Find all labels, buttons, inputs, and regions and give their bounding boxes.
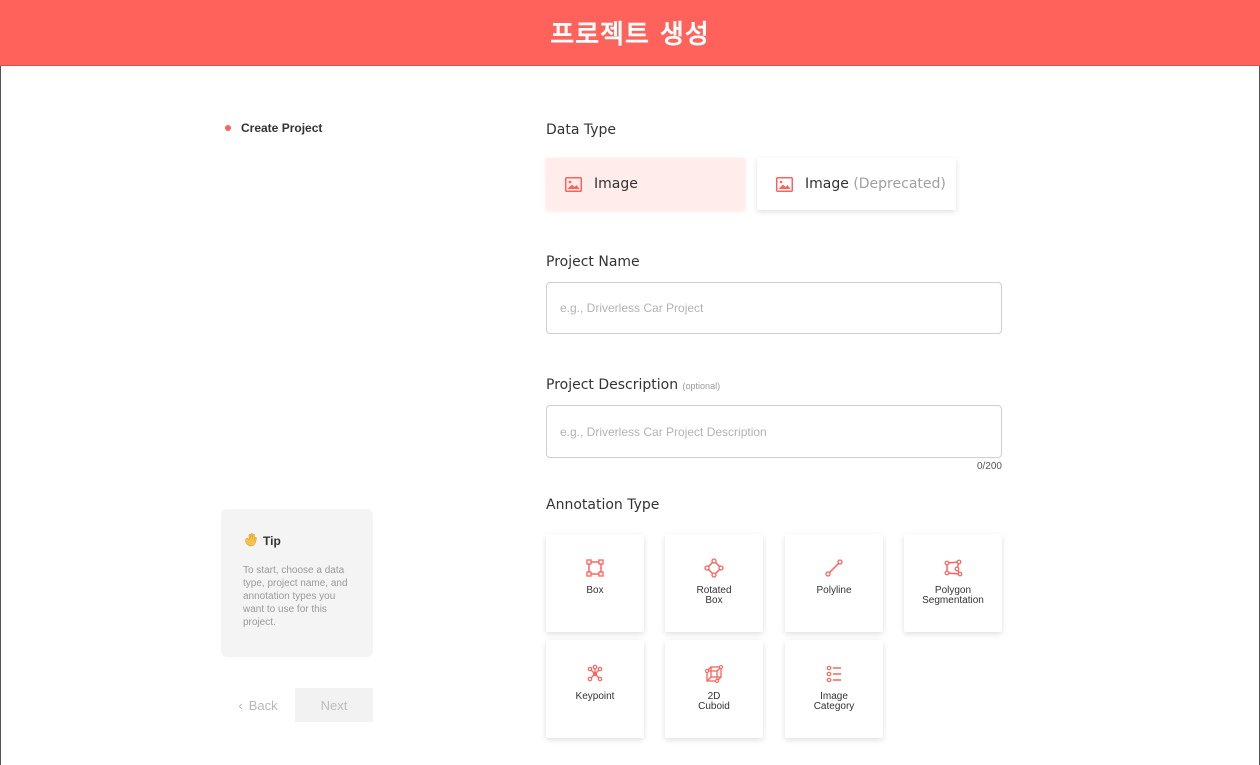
waving-hand-icon <box>243 531 259 550</box>
page-header: 프로젝트 생성 <box>0 0 1260 66</box>
project-name-label: Project Name <box>546 254 640 270</box>
tip-title-text: Tip <box>263 533 281 548</box>
data-type-label: Data Type <box>546 122 617 138</box>
next-button[interactable]: Next <box>295 688 373 722</box>
step-create-project: Create Project <box>225 121 322 135</box>
deprecated-suffix: (Deprecated) <box>853 176 946 192</box>
annotation-polygon-label: Polygon Segmentation <box>922 585 984 606</box>
chevron-left-icon: ‹ <box>238 697 243 713</box>
polygon-icon <box>944 559 963 577</box>
annotation-box-card[interactable]: Box <box>546 534 644 632</box>
data-type-image-deprecated-label: Image (Deprecated) <box>805 176 946 192</box>
cuboid-icon <box>705 665 723 683</box>
annotation-polyline-card[interactable]: Polyline <box>785 534 883 632</box>
annotation-keypoint-card[interactable]: Keypoint <box>546 640 644 738</box>
annotation-keypoint-label: Keypoint <box>575 691 615 702</box>
tip-text: To start, choose a data type, project na… <box>243 565 348 628</box>
tip-title: Tip <box>243 531 359 550</box>
annotation-image-category-card[interactable]: Image Category <box>785 640 883 738</box>
keypoint-icon <box>587 664 603 682</box>
back-button-label: Back <box>248 697 278 713</box>
image-icon <box>776 176 793 192</box>
image-category-icon <box>826 665 841 683</box>
annotation-cuboid-card[interactable]: 2D Cuboid <box>665 640 763 738</box>
image-icon <box>565 176 582 192</box>
annotation-image-category-label: Image Category <box>813 691 855 712</box>
optional-label: (optional) <box>682 381 721 391</box>
step-navigation: ‹ Back Next <box>221 688 373 722</box>
annotation-rotated-box-card[interactable]: Rotated Box <box>665 534 763 632</box>
box-icon <box>586 559 604 577</box>
polyline-icon <box>825 559 843 577</box>
project-description-input[interactable]: e.g., Driverless Car Project Description <box>546 405 1002 458</box>
data-type-image-option[interactable]: Image <box>546 158 745 210</box>
rotated-box-icon <box>704 558 724 578</box>
tip-panel: Tip To start, choose a data type, projec… <box>221 509 373 657</box>
annotation-cuboid-label: 2D Cuboid <box>698 691 730 712</box>
annotation-box-label: Box <box>586 585 604 596</box>
annotation-polygon-card[interactable]: Polygon Segmentation <box>904 534 1002 632</box>
project-description-label: Project Description (optional) <box>546 377 720 393</box>
description-char-counter: 0/200 <box>976 461 1002 472</box>
data-type-image-label: Image <box>594 176 638 192</box>
project-name-input[interactable]: e.g., Driverless Car Project <box>546 282 1002 334</box>
back-button[interactable]: ‹ Back <box>221 688 295 722</box>
page-title: 프로젝트 생성 <box>550 20 710 50</box>
annotation-type-label: Annotation Type <box>546 497 660 513</box>
project-description-label-text: Project Description <box>546 377 679 393</box>
annotation-rotated-box-label: Rotated Box <box>696 585 732 606</box>
annotation-polyline-label: Polyline <box>816 585 852 596</box>
data-type-option-name: Image <box>805 176 849 192</box>
step-active-dot <box>225 125 231 131</box>
step-label: Create Project <box>241 121 323 135</box>
data-type-image-deprecated-option[interactable]: Image (Deprecated) <box>757 158 956 210</box>
